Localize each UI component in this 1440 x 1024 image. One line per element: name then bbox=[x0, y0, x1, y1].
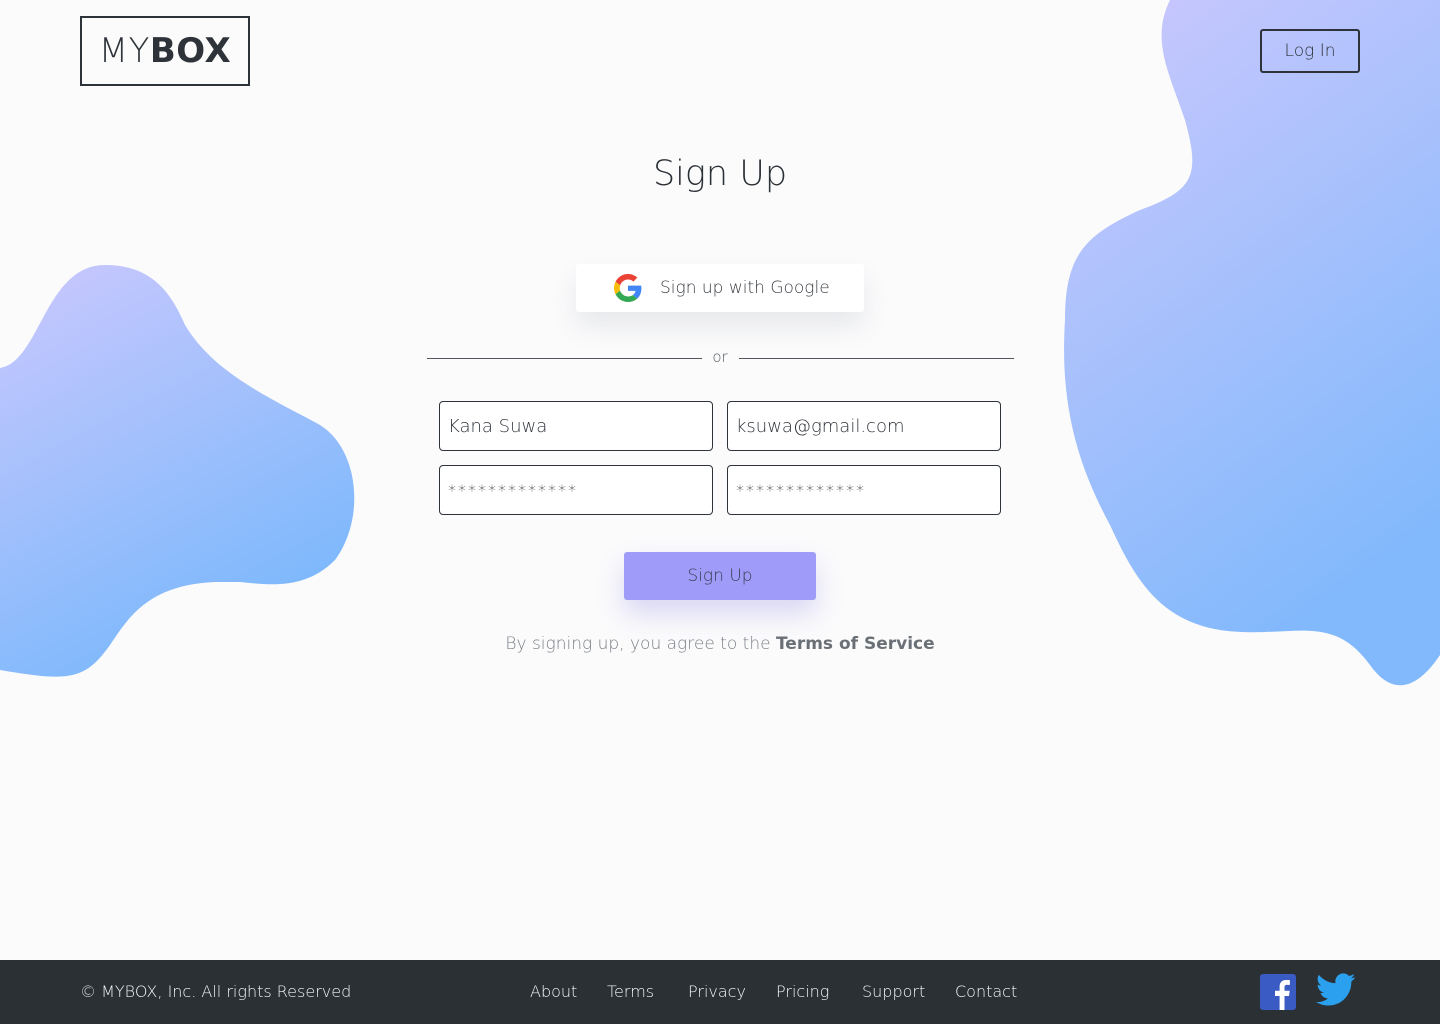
twitter-icon[interactable] bbox=[1316, 972, 1356, 1008]
email-field[interactable] bbox=[727, 401, 1001, 451]
confirm-password-field[interactable] bbox=[727, 465, 1001, 515]
left-blob bbox=[0, 265, 355, 677]
facebook-icon[interactable] bbox=[1260, 974, 1296, 1010]
copyright-text: © MYBOX, Inc. All rights Reserved bbox=[80, 982, 352, 1001]
terms-of-service-link[interactable]: Terms of Service bbox=[776, 634, 935, 654]
logo-text-bold: BOX bbox=[149, 31, 232, 71]
google-icon bbox=[614, 274, 642, 302]
divider-line-left bbox=[427, 358, 702, 359]
page-title: Sign Up bbox=[652, 154, 788, 194]
footer-link-about[interactable]: About bbox=[530, 982, 577, 1001]
brand-logo[interactable]: MY BOX bbox=[80, 16, 250, 86]
divider-line-right bbox=[739, 358, 1014, 359]
name-field[interactable] bbox=[439, 401, 713, 451]
google-signup-label: Sign up with Google bbox=[660, 278, 830, 298]
footer: © MYBOX, Inc. All rights Reserved About … bbox=[0, 960, 1440, 1024]
terms-notice: By signing up, you agree to the Terms of… bbox=[0, 634, 1440, 654]
right-blob bbox=[1064, 0, 1440, 686]
footer-link-privacy[interactable]: Privacy bbox=[688, 982, 746, 1001]
logo-text-light: MY bbox=[98, 31, 150, 71]
google-signup-button[interactable]: Sign up with Google bbox=[576, 264, 864, 312]
footer-link-support[interactable]: Support bbox=[862, 982, 925, 1001]
password-field[interactable] bbox=[439, 465, 713, 515]
terms-prefix: By signing up, you agree to the bbox=[505, 634, 776, 654]
footer-link-pricing[interactable]: Pricing bbox=[776, 982, 829, 1001]
login-button[interactable]: Log In bbox=[1260, 29, 1360, 73]
divider-or: or bbox=[712, 348, 728, 366]
footer-link-terms[interactable]: Terms bbox=[607, 982, 654, 1001]
signup-submit-button[interactable]: Sign Up bbox=[624, 552, 816, 600]
footer-link-contact[interactable]: Contact bbox=[955, 982, 1017, 1001]
